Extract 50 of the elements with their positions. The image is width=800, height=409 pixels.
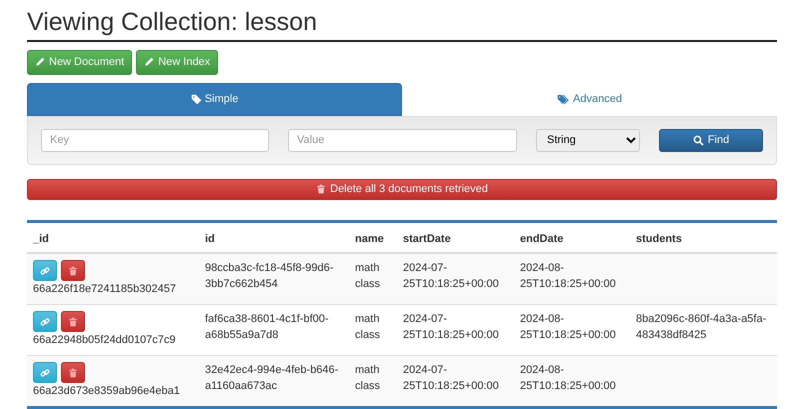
trash-icon (68, 316, 78, 326)
delete-button[interactable] (61, 362, 85, 383)
table-cell: 66a23d673e8359ab96e4eba1 (33, 385, 180, 397)
tag-icon (190, 94, 202, 104)
table-cell: 2024-08-25T10:18:25+00:00 (520, 313, 616, 341)
find-button[interactable]: Find (659, 128, 763, 152)
tags-icon (557, 92, 570, 106)
table-cell: math class (355, 313, 380, 341)
tab[interactable]: Advanced (402, 82, 777, 116)
column-header: name (355, 232, 384, 244)
trash-icon (68, 368, 78, 378)
table-cell: 2024-07-25T10:18:25+00:00 (403, 262, 499, 290)
page-title: Viewing Collection: lesson (27, 8, 317, 36)
table-cell: 66a22948b05f24dd0107c7c9 (33, 334, 176, 346)
table-cell: 2024-08-25T10:18:25+00:00 (520, 364, 616, 392)
search-icon (692, 134, 704, 146)
link-button[interactable] (33, 311, 57, 332)
table-cell: math class (355, 364, 380, 392)
delete-button[interactable] (61, 311, 85, 332)
column-header: id (205, 232, 215, 244)
type-select[interactable]: String (536, 128, 640, 152)
table-cell: 32e42ec4-994e-4feb-b646-a1160aa673ac (205, 364, 338, 392)
link-icon (40, 368, 50, 378)
pencil-icon (144, 57, 154, 68)
table-cell: 98ccba3c-fc18-45f8-99d6-3bb7c662b454 (205, 262, 334, 290)
delete-button[interactable] (61, 260, 85, 281)
delete-all-button[interactable]: Delete all 3 documents retrieved (27, 178, 777, 200)
column-header: _id (33, 232, 49, 244)
table-cell: 2024-07-25T10:18:25+00:00 (403, 364, 499, 392)
column-header: students (636, 232, 682, 244)
table-cell: 2024-07-25T10:18:25+00:00 (403, 313, 499, 341)
value-field[interactable]: Value (288, 128, 517, 152)
column-header: endDate (520, 232, 564, 244)
link-icon (40, 316, 50, 326)
table-cell: faf6ca38-8601-4c1f-bf00-a68b55a9a7d8 (205, 313, 329, 341)
table-cell: 8ba2096c-860f-4a3a-a5fa-483438df8425 (636, 313, 766, 341)
trash-icon (316, 184, 326, 194)
pencil-icon (35, 57, 45, 68)
new-button[interactable]: New Index (136, 50, 218, 74)
link-button[interactable] (33, 260, 57, 281)
new-button[interactable]: New Document (27, 50, 132, 74)
tab[interactable]: Simple (27, 82, 402, 116)
table-cell: 2024-08-25T10:18:25+00:00 (520, 262, 616, 290)
column-header: startDate (403, 232, 451, 244)
link-button[interactable] (33, 362, 57, 383)
trash-icon (68, 266, 78, 276)
table-cell: math class (355, 262, 380, 290)
key-field[interactable]: Key (41, 128, 269, 152)
table-cell: 66a226f18e7241185b302457 (33, 283, 176, 295)
link-icon (40, 266, 50, 276)
